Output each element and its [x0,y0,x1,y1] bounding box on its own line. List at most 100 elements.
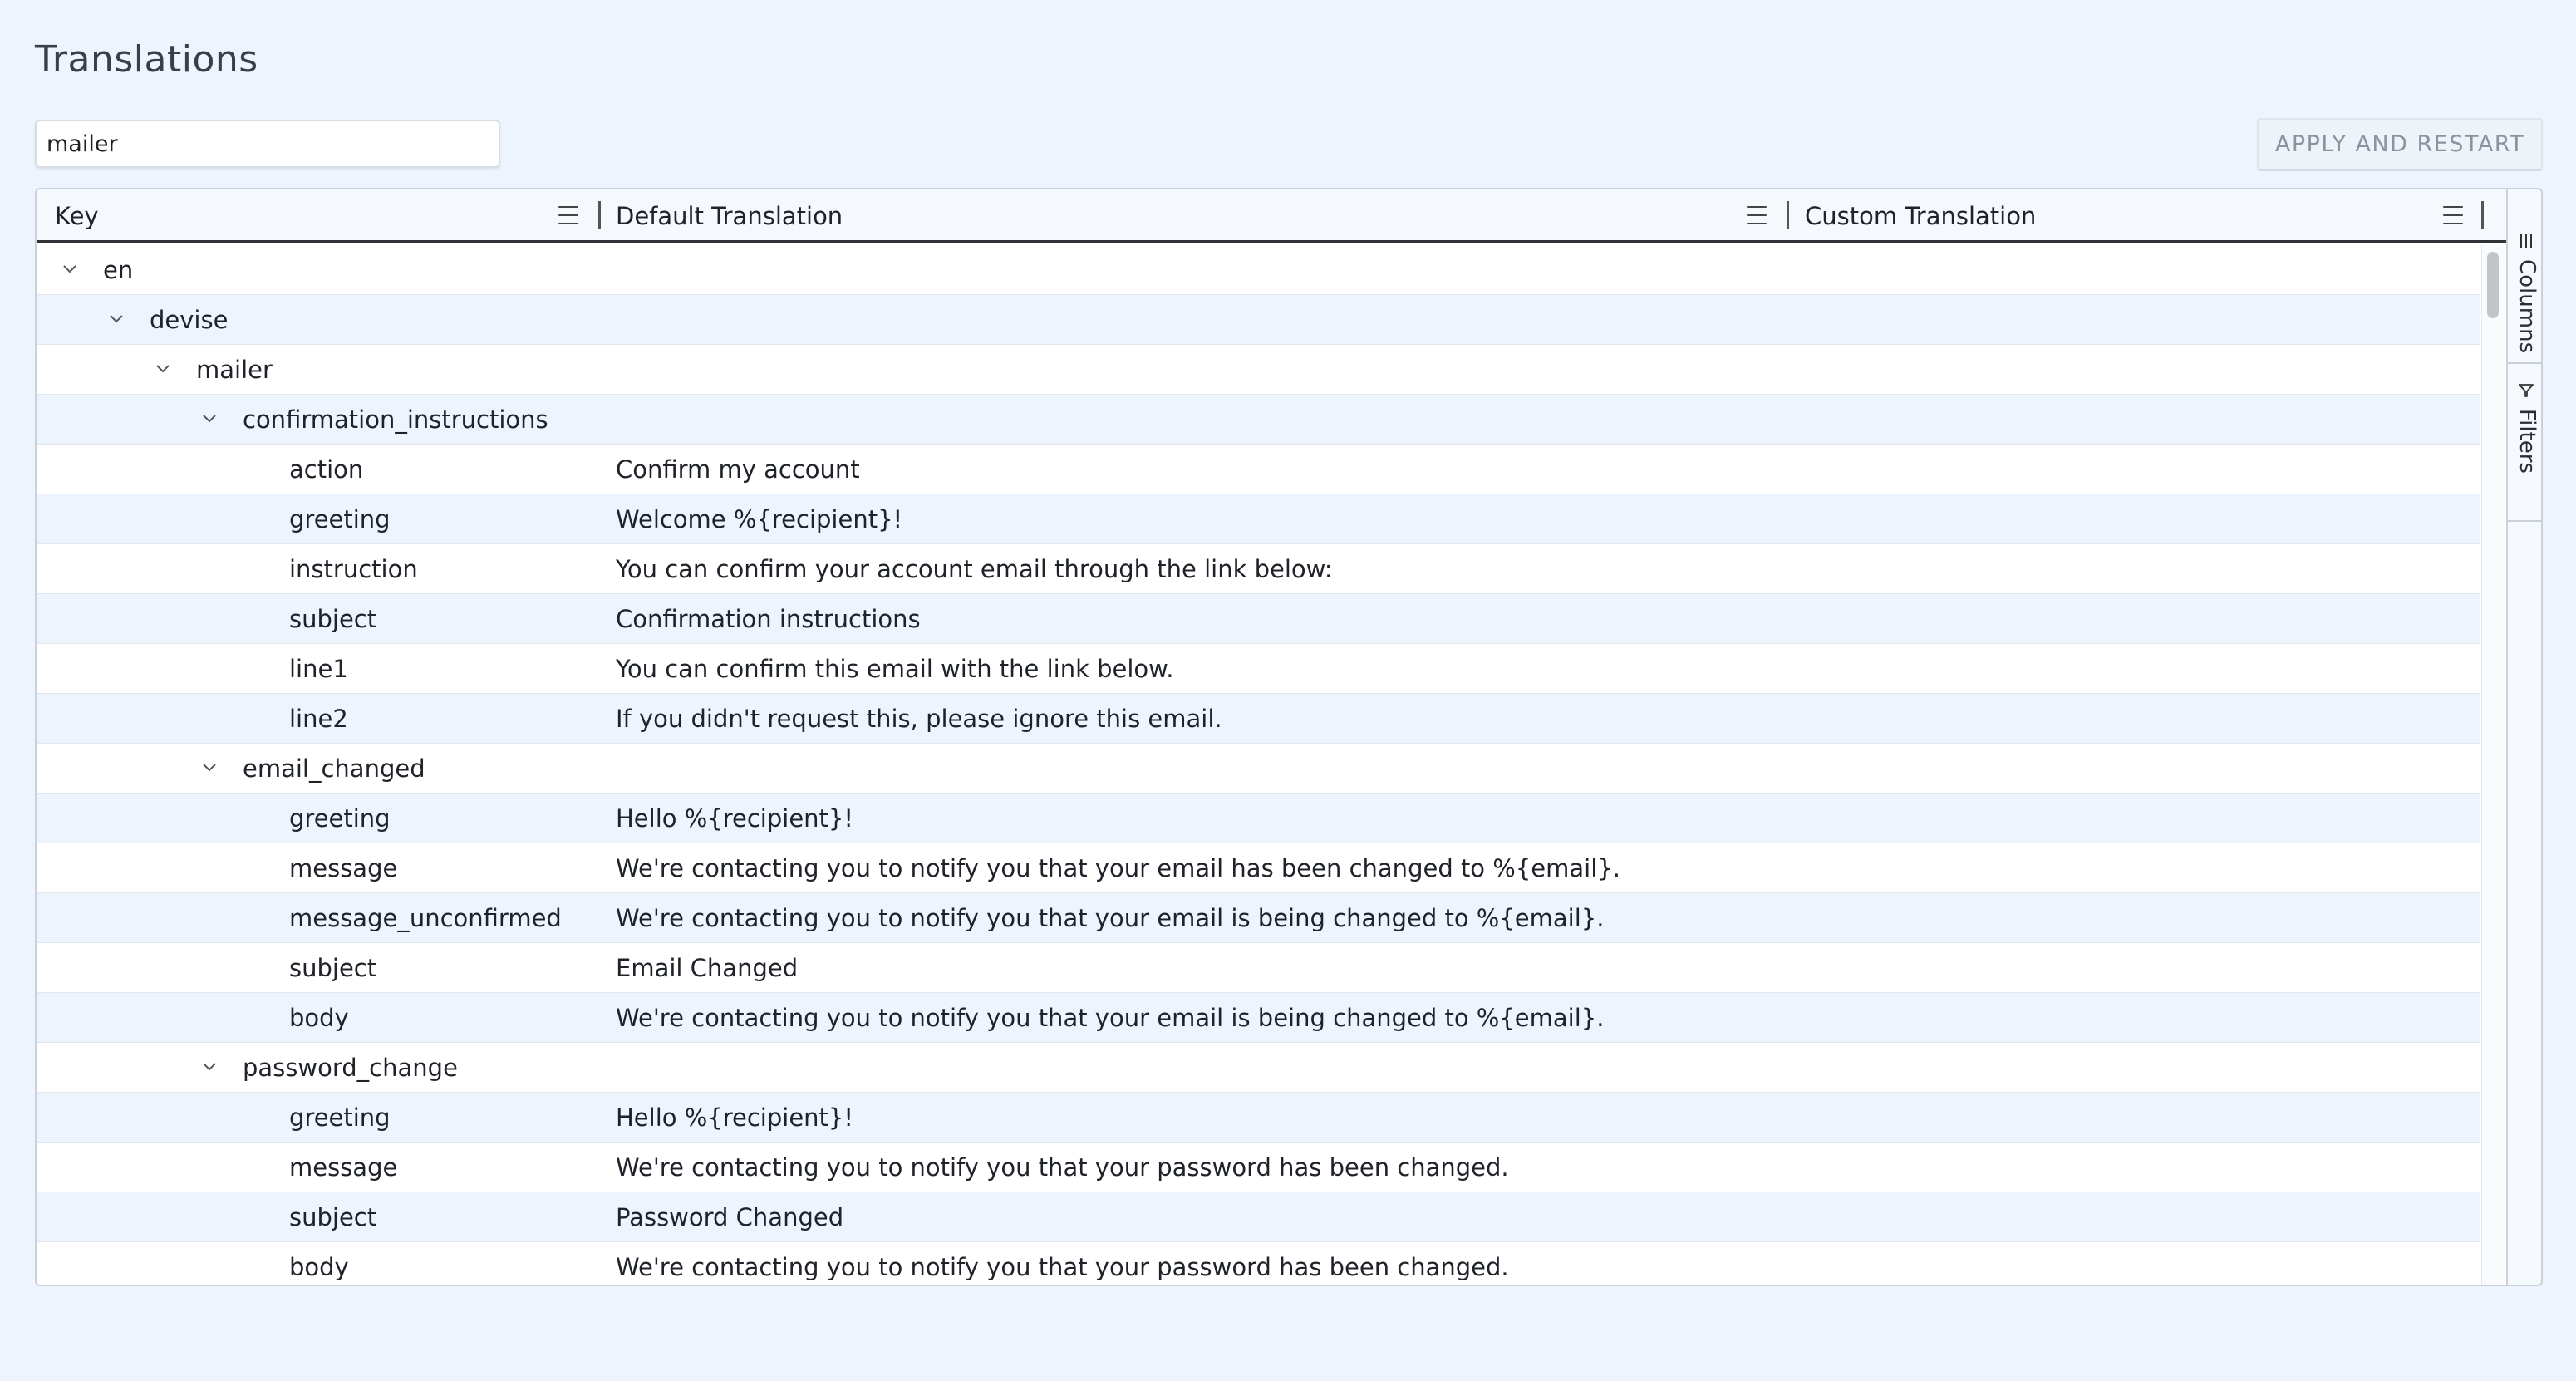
translation-row[interactable]: instruction You can confirm your account … [37,544,2480,594]
row-custom-translation-cell[interactable] [1805,494,2470,544]
translation-row[interactable]: greeting Hello %{recipient}! [37,1093,2480,1143]
row-custom-translation-cell[interactable] [1805,1093,2470,1143]
translation-row[interactable]: body We're contacting you to notify you t… [37,1242,2480,1285]
search-input[interactable] [35,120,500,168]
chevron-down-icon[interactable] [155,363,171,375]
column-resize-handle[interactable] [1787,201,1789,229]
row-custom-translation-cell[interactable] [1805,644,2470,694]
column-resize-handle[interactable] [598,201,601,229]
column-header-label: Custom Translation [1805,202,2037,230]
row-custom-translation-cell[interactable] [1805,843,2470,893]
row-custom-translation-cell[interactable] [1805,694,2470,744]
tree-group-row[interactable]: mailer [37,345,2480,395]
row-custom-translation-cell[interactable] [1805,544,2470,594]
row-custom-translation-cell[interactable] [1805,993,2470,1043]
row-key: line1 [289,655,348,683]
row-default-translation: Hello %{recipient}! [616,804,853,833]
translation-row[interactable]: message We're contacting you to notify yo… [37,843,2480,893]
row-default-translation: Welcome %{recipient}! [616,505,903,533]
column-header-custom-translation[interactable]: Custom Translation [1805,189,2387,243]
translation-row[interactable]: subject Password Changed [37,1192,2480,1242]
row-custom-translation-cell[interactable] [1805,1143,2470,1192]
translation-row[interactable]: message We're contacting you to notify yo… [37,1143,2480,1192]
row-key: message [289,854,398,882]
row-key: subject [289,954,377,982]
filter-icon [2519,384,2534,397]
row-key: confirmation_instructions [243,405,548,434]
row-default-translation: Password Changed [616,1203,844,1231]
tree-group-row[interactable]: confirmation_instructions [37,395,2480,445]
row-custom-translation-cell[interactable] [1805,943,2470,993]
row-key: en [103,256,134,284]
row-key: message [289,1153,398,1182]
chevron-down-icon[interactable] [61,263,78,275]
row-default-translation: Confirmation instructions [616,605,921,633]
translation-row[interactable]: greeting Hello %{recipient}! [37,794,2480,843]
tree-group-row[interactable]: en [37,245,2480,295]
column-header-default-translation[interactable]: Default Translation [616,189,1696,243]
row-custom-translation-cell[interactable] [1805,445,2470,494]
row-key: password_change [243,1054,458,1082]
scrollbar-thumb[interactable] [2487,252,2499,318]
translation-row[interactable]: action Confirm my account [37,445,2480,494]
row-key: body [289,1004,349,1032]
row-default-translation: We're contacting you to notify you that … [616,1253,1509,1281]
row-default-translation: We're contacting you to notify you that … [616,854,1620,882]
chevron-down-icon[interactable] [201,762,218,774]
column-menu-icon[interactable] [558,206,578,224]
row-custom-translation-cell[interactable] [1805,1192,2470,1242]
translation-row[interactable]: subject Email Changed [37,943,2480,993]
column-header-key[interactable]: Key [55,189,553,243]
row-custom-translation-cell[interactable] [1805,893,2470,943]
filters-tab-label: Filters [2515,409,2539,474]
translations-grid: Key Default Translation Custom Translati… [35,188,2543,1286]
row-default-translation: You can confirm this email with the link… [616,655,1174,683]
filters-tool-panel-tab[interactable]: Filters [2508,364,2541,522]
side-bar: Columns Filters [2506,189,2541,1285]
column-resize-handle[interactable] [2481,201,2484,229]
chevron-down-icon[interactable] [108,313,125,325]
tree-group-row[interactable]: email_changed [37,744,2480,794]
row-key: devise [150,306,229,334]
chevron-down-icon[interactable] [201,413,218,425]
column-header-label: Default Translation [616,202,843,230]
row-default-translation: If you didn't request this, please ignor… [616,705,1222,733]
translation-row[interactable]: body We're contacting you to notify you t… [37,993,2480,1043]
grid-main: Key Default Translation Custom Translati… [37,189,2506,1285]
row-key: mailer [196,356,273,384]
column-header-label: Key [55,202,99,230]
row-default-translation: Confirm my account [616,455,860,484]
columns-tab-label: Columns [2515,259,2539,354]
chevron-down-icon[interactable] [201,1061,218,1073]
translation-row[interactable]: greeting Welcome %{recipient}! [37,494,2480,544]
row-custom-translation-cell[interactable] [1805,594,2470,644]
row-custom-translation-cell[interactable] [1805,794,2470,843]
row-default-translation: We're contacting you to notify you that … [616,1004,1605,1032]
translation-row[interactable]: line1 You can confirm this email with the… [37,644,2480,694]
row-key: message_unconfirmed [289,904,562,932]
translation-row[interactable]: message_unconfirmed We're contacting you … [37,893,2480,943]
translation-row[interactable]: subject Confirmation instructions [37,594,2480,644]
columns-tool-panel-tab[interactable]: Columns [2508,189,2541,364]
row-key: greeting [289,1103,391,1132]
apply-and-restart-button[interactable]: APPLY AND RESTART [2257,118,2543,171]
row-custom-translation-cell[interactable] [1805,1242,2470,1285]
columns-icon [2520,234,2532,248]
row-key: greeting [289,505,391,533]
tree-group-row[interactable]: devise [37,295,2480,345]
grid-body: en devise mailer confirmation_instructionsa… [37,245,2480,1285]
vertical-scrollbar[interactable] [2481,245,2505,1285]
column-menu-icon[interactable] [1747,206,1767,224]
row-key: body [289,1253,349,1281]
row-key: greeting [289,804,391,833]
page-title: Translations [35,38,258,81]
row-key: line2 [289,705,348,733]
row-key: email_changed [243,754,425,783]
grid-header: Key Default Translation Custom Translati… [37,189,2506,243]
row-key: subject [289,1203,377,1231]
tree-group-row[interactable]: password_change [37,1043,2480,1093]
row-key: action [289,455,364,484]
row-default-translation: You can confirm your account email throu… [616,555,1333,583]
column-menu-icon[interactable] [2443,206,2463,224]
translation-row[interactable]: line2 If you didn't request this, please … [37,694,2480,744]
